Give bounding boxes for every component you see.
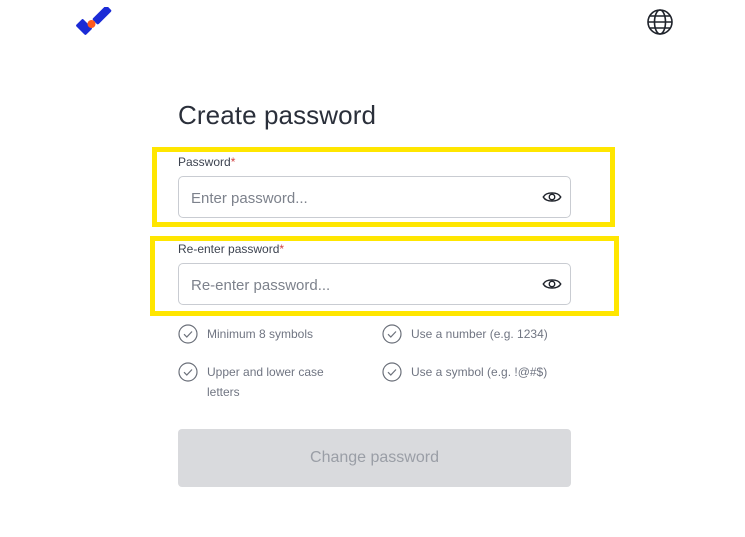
password-input[interactable] xyxy=(189,177,533,219)
check-circle-icon xyxy=(382,362,402,382)
requirement-text: Upper and lower case letters xyxy=(207,365,324,399)
password-field-wrapper xyxy=(178,176,571,219)
brand-logo-icon xyxy=(76,5,112,35)
requirement-case: Upper and lower case letters xyxy=(178,362,338,402)
check-circle-icon xyxy=(178,324,198,344)
check-circle-icon xyxy=(382,324,402,344)
confirm-password-field-wrapper xyxy=(178,263,571,306)
required-marker: * xyxy=(279,242,285,256)
confirm-password-input[interactable] xyxy=(189,264,533,306)
requirement-text: Use a number (e.g. 1234) xyxy=(411,327,548,341)
confirm-password-label: Re-enter password* xyxy=(178,242,285,256)
check-circle-icon xyxy=(178,362,198,382)
requirement-symbol: Use a symbol (e.g. !@#$) xyxy=(382,362,547,382)
requirement-text: Minimum 8 symbols xyxy=(207,327,314,341)
eye-icon[interactable] xyxy=(542,275,562,293)
globe-icon xyxy=(647,9,673,35)
requirement-number: Use a number (e.g. 1234) xyxy=(382,324,548,344)
password-label: Password* xyxy=(178,155,236,169)
language-selector[interactable] xyxy=(646,8,674,36)
page-title: Create password xyxy=(178,100,377,130)
required-marker: * xyxy=(230,155,236,169)
requirement-min-length: Minimum 8 symbols xyxy=(178,324,313,344)
requirement-text: Use a symbol (e.g. !@#$) xyxy=(411,365,548,379)
change-password-button[interactable]: Change password xyxy=(178,429,571,487)
eye-icon[interactable] xyxy=(542,188,562,206)
brand-logo[interactable] xyxy=(75,5,113,37)
